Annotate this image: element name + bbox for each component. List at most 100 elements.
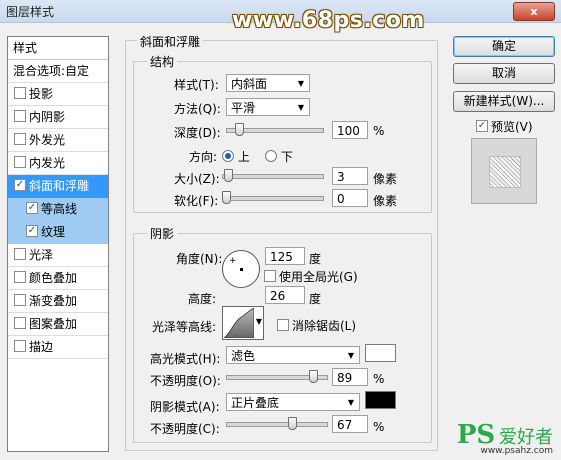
ok-button[interactable]: 确定: [453, 36, 555, 57]
direction-label: 方向:: [189, 150, 218, 164]
style-item[interactable]: 渐变叠加: [8, 290, 108, 313]
style-list-header[interactable]: 样式: [8, 37, 108, 60]
texture-preview-swatch: [489, 156, 521, 188]
shadow-opacity-slider[interactable]: [226, 416, 328, 432]
angle-dial[interactable]: +: [222, 250, 260, 288]
structure-title: 结构: [147, 53, 178, 70]
radio-down[interactable]: [265, 150, 277, 162]
soften-label: 软化(F):: [174, 194, 219, 208]
style-item-checkbox[interactable]: [14, 133, 26, 145]
global-light-option[interactable]: 使用全局光(G): [264, 268, 358, 285]
slider-thumb[interactable]: [222, 191, 231, 204]
style-item-label: 渐变叠加: [29, 294, 78, 308]
anti-alias-option[interactable]: 消除锯齿(L): [277, 317, 356, 334]
highlight-opacity-unit: %: [373, 372, 385, 386]
highlight-color-swatch[interactable]: [365, 344, 396, 362]
blend-options-item[interactable]: 混合选项:自定: [8, 60, 108, 83]
style-item-label: 颜色叠加: [29, 271, 78, 285]
chevron-down-icon: ▼: [347, 398, 354, 407]
size-input[interactable]: 3: [332, 167, 368, 185]
slider-thumb[interactable]: [309, 370, 318, 383]
shadow-mode-select[interactable]: 正片叠底 ▼: [226, 393, 360, 411]
altitude-input[interactable]: 26: [265, 286, 305, 304]
style-item-label: 斜面和浮雕: [29, 179, 90, 193]
soften-slider[interactable]: [222, 190, 324, 206]
style-list: 样式 混合选项:自定 投影内阴影外发光内发光斜面和浮雕等高线纹理光泽颜色叠加渐变…: [7, 36, 109, 452]
site-logo: PS 爱好者 www.psahz.com: [457, 420, 553, 456]
anti-alias-label: 消除锯齿(L): [292, 319, 357, 333]
style-item-checkbox[interactable]: [14, 340, 26, 352]
style-item-checkbox[interactable]: [26, 202, 38, 214]
style-item[interactable]: 光泽: [8, 244, 108, 267]
shading-title: 阴影: [147, 225, 178, 242]
radio-up[interactable]: [222, 150, 234, 162]
depth-slider[interactable]: [226, 122, 324, 138]
shadow-opacity-input[interactable]: 67: [332, 415, 368, 433]
direction-down-option[interactable]: 下: [265, 148, 293, 165]
highlight-mode-label: 高光模式(H):: [150, 352, 221, 366]
style-item[interactable]: 内发光: [8, 152, 108, 175]
close-button[interactable]: x: [513, 2, 555, 21]
style-item-checkbox[interactable]: [14, 110, 26, 122]
size-slider[interactable]: [222, 168, 324, 184]
size-label: 大小(Z):: [174, 172, 220, 186]
soften-input[interactable]: 0: [332, 189, 368, 207]
bevel-emboss-title: 斜面和浮雕: [137, 33, 204, 50]
style-item-checkbox[interactable]: [14, 87, 26, 99]
highlight-mode-value: 滤色: [231, 349, 256, 363]
technique-select[interactable]: 平滑 ▼: [226, 98, 310, 116]
style-select-value: 内斜面: [231, 77, 268, 91]
altitude-unit: 度: [309, 292, 322, 306]
style-item-label: 纹理: [41, 225, 66, 239]
highlight-opacity-input[interactable]: 89: [332, 368, 368, 386]
style-item[interactable]: 描边: [8, 336, 108, 359]
cancel-button[interactable]: 取消: [453, 63, 555, 84]
shadow-opacity-label: 不透明度(C):: [150, 422, 220, 436]
style-item-label: 外发光: [29, 133, 66, 147]
style-item-checkbox[interactable]: [14, 271, 26, 283]
style-item-label: 光泽: [29, 248, 54, 262]
style-item[interactable]: 图案叠加: [8, 313, 108, 336]
style-item-label: 图案叠加: [29, 317, 78, 331]
preview-checkbox[interactable]: [476, 120, 488, 132]
chevron-down-icon: ▼: [297, 79, 304, 88]
slider-thumb[interactable]: [224, 169, 233, 182]
angle-input[interactable]: 125: [265, 247, 305, 265]
gloss-contour-picker[interactable]: ▼: [222, 306, 264, 340]
style-item[interactable]: 斜面和浮雕: [8, 175, 108, 198]
style-item-checkbox[interactable]: [26, 225, 38, 237]
style-item[interactable]: 投影: [8, 83, 108, 106]
chevron-down-icon: ▼: [347, 351, 354, 360]
depth-input[interactable]: 100: [332, 121, 368, 139]
preview-option[interactable]: 预览(V): [476, 118, 533, 135]
style-item[interactable]: 颜色叠加: [8, 267, 108, 290]
style-select[interactable]: 内斜面 ▼: [226, 74, 310, 92]
new-style-button[interactable]: 新建样式(W)...: [453, 91, 555, 112]
chevron-down-icon: ▼: [297, 103, 304, 112]
shadow-mode-label: 阴影模式(A):: [150, 400, 220, 414]
style-item-checkbox[interactable]: [14, 317, 26, 329]
style-item[interactable]: 外发光: [8, 129, 108, 152]
style-item-checkbox[interactable]: [14, 248, 26, 260]
style-item[interactable]: 等高线: [8, 198, 108, 221]
slider-track: [226, 422, 328, 427]
direction-up-option[interactable]: 上: [222, 148, 250, 165]
chevron-down-icon[interactable]: ▼: [256, 317, 262, 326]
highlight-opacity-slider[interactable]: [226, 369, 328, 385]
technique-label: 方法(Q):: [174, 102, 221, 116]
slider-thumb[interactable]: [235, 123, 244, 136]
style-item[interactable]: 纹理: [8, 221, 108, 244]
depth-unit: %: [373, 124, 385, 138]
shadow-color-swatch[interactable]: [365, 391, 396, 409]
dial-crosshair-icon: +: [229, 256, 237, 266]
gloss-contour-label: 光泽等高线:: [152, 320, 217, 334]
size-unit: 像素: [373, 172, 398, 186]
highlight-mode-select[interactable]: 滤色 ▼: [226, 346, 360, 364]
style-item[interactable]: 内阴影: [8, 106, 108, 129]
global-light-checkbox[interactable]: [264, 270, 276, 282]
anti-alias-checkbox[interactable]: [277, 319, 289, 331]
slider-thumb[interactable]: [288, 417, 297, 430]
style-item-checkbox[interactable]: [14, 294, 26, 306]
style-item-checkbox[interactable]: [14, 179, 26, 191]
style-item-checkbox[interactable]: [14, 156, 26, 168]
